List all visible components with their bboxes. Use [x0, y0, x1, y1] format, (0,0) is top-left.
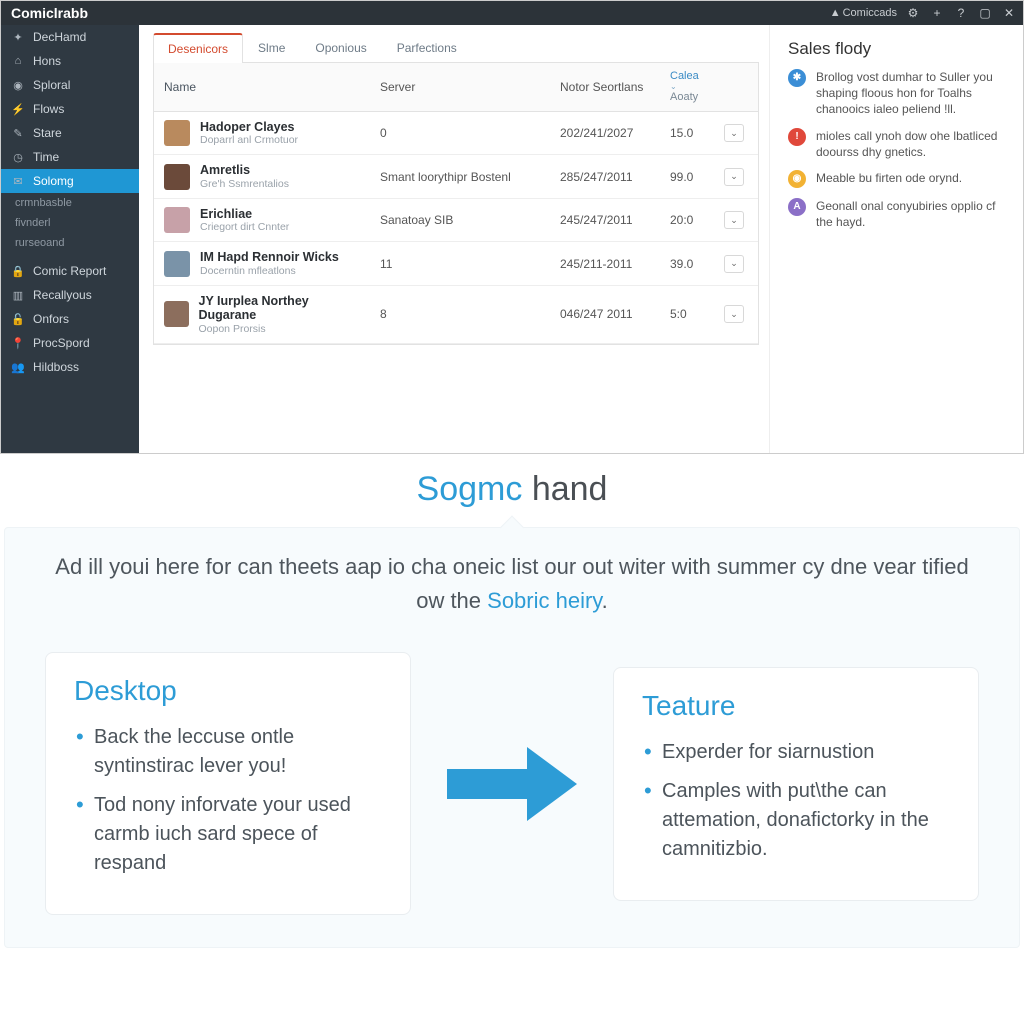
help-icon[interactable]: ? — [953, 5, 969, 21]
avatar — [164, 207, 190, 233]
lead-link[interactable]: Sobric heiry — [487, 588, 602, 613]
home-icon: ⌂ — [11, 55, 25, 67]
arrow-icon — [437, 739, 587, 829]
tab-parfections[interactable]: Parfections — [382, 33, 472, 62]
sidebar-item-procspord[interactable]: 📍ProcSpord — [1, 331, 139, 355]
titlebar: Comiclrabb ▲ Comiccads ⚙ + ? ▢ ✕ — [1, 1, 1023, 25]
side-panel: Sales flody ✱ Brollog vost dumhar to Sul… — [769, 25, 1023, 453]
marketing-title: Sogmc hand — [0, 470, 1024, 509]
avatar — [164, 120, 190, 146]
sidebar-sub-crmnbasble[interactable]: crmnbasble — [1, 193, 139, 213]
table-row[interactable]: AmretlisGre'h Ssmrentalios Smant looryth… — [154, 155, 758, 198]
status-icon: ◉ — [788, 170, 806, 188]
bars-icon: ▥ — [11, 289, 25, 302]
settings-icon[interactable]: ⚙ — [905, 5, 921, 21]
sidebar-item-hildboss[interactable]: 👥Hildboss — [1, 355, 139, 379]
pencil-icon: ✎ — [11, 127, 25, 140]
card-desktop-title: Desktop — [74, 675, 382, 707]
marketing-hero: Ad ill youi here for can theets aap io c… — [4, 527, 1020, 948]
marketing-lead: Ad ill youi here for can theets aap io c… — [45, 550, 979, 618]
circle-icon: ◉ — [11, 79, 25, 92]
row-menu-button[interactable]: ⌄ — [724, 255, 744, 273]
window-icon[interactable]: ▢ — [977, 5, 993, 21]
sidepanel-item: ! mioles call ynoh dow ohe lbatliced doo… — [788, 128, 1007, 160]
col-caloa[interactable]: Calea⌄ Aoaty — [660, 63, 714, 111]
card-feature: Teature Experder for siarnustion Camples … — [613, 667, 979, 901]
close-icon[interactable]: ✕ — [1001, 5, 1017, 21]
col-notor[interactable]: Notor Seortlans — [550, 72, 660, 102]
col-name[interactable]: Name — [154, 72, 370, 102]
bullet: Back the leccuse ontle syntinstirac leve… — [74, 723, 382, 781]
sidebar-item-flows[interactable]: ⚡Flows — [1, 97, 139, 121]
row-menu-button[interactable]: ⌄ — [724, 124, 744, 142]
bullet: Tod nony inforvate your used carmb iuch … — [74, 791, 382, 878]
account-label[interactable]: ▲ Comiccads — [830, 7, 897, 19]
row-menu-button[interactable]: ⌄ — [724, 211, 744, 229]
sidebar-item-recallyous[interactable]: ▥Recallyous — [1, 283, 139, 307]
sidebar: ✦DecHamd⌂Hons◉Sploral⚡Flows✎Stare◷Time✉S… — [1, 25, 139, 453]
avatar — [164, 301, 189, 327]
marketing-section: Sogmc hand Ad ill youi here for can thee… — [0, 454, 1024, 978]
plus-icon[interactable]: + — [929, 5, 945, 21]
tab-slme[interactable]: Slme — [243, 33, 300, 62]
sidebar-item-time[interactable]: ◷Time — [1, 145, 139, 169]
bolt-icon: ⚡ — [11, 103, 25, 116]
sidebar-item-dechamd[interactable]: ✦DecHamd — [1, 25, 139, 49]
app-window: Comiclrabb ▲ Comiccads ⚙ + ? ▢ ✕ ✦DecHam… — [0, 0, 1024, 454]
sidebar-sub-rurseoand[interactable]: rurseoand — [1, 233, 139, 253]
row-menu-button[interactable]: ⌄ — [724, 305, 744, 323]
sidebar-item-onfors[interactable]: 🔓Onfors — [1, 307, 139, 331]
tab-oponious[interactable]: Oponious — [300, 33, 381, 62]
status-icon: ! — [788, 128, 806, 146]
status-icon: A — [788, 198, 806, 216]
bullet: Experder for siarnustion — [642, 738, 950, 767]
sidebar-item-comic report[interactable]: 🔒Comic Report — [1, 259, 139, 283]
bullet: Camples with put\the can attemation, don… — [642, 777, 950, 864]
tabs: DesenicorsSlmeOponiousParfections — [153, 33, 759, 63]
table-row[interactable]: Hadoper ClayesDoparrl anl Crmotuor 0 202… — [154, 112, 758, 155]
card-feature-title: Teature — [642, 690, 950, 722]
table-row[interactable]: IM Hapd Rennoir WicksDocerntin mfleatlon… — [154, 242, 758, 285]
tab-desenicors[interactable]: Desenicors — [153, 33, 243, 63]
lock-icon: 🔒 — [11, 265, 25, 278]
main-pane: DesenicorsSlmeOponiousParfections Name S… — [139, 25, 769, 453]
row-menu-button[interactable]: ⌄ — [724, 168, 744, 186]
dash-icon: ✦ — [11, 31, 25, 44]
sidepanel-item: ✱ Brollog vost dumhar to Suller you shap… — [788, 69, 1007, 118]
clock-icon: ◷ — [11, 151, 25, 164]
titlebar-controls: ▲ Comiccads ⚙ + ? ▢ ✕ — [830, 5, 1017, 21]
pin-icon: 📍 — [11, 337, 25, 350]
status-icon: ✱ — [788, 69, 806, 87]
users-icon: 👥 — [11, 361, 25, 374]
data-grid: Name Server Notor Seortlans Calea⌄ Aoaty… — [153, 63, 759, 345]
unlock-icon: 🔓 — [11, 313, 25, 326]
sidepanel-title: Sales flody — [788, 39, 1007, 59]
table-row[interactable]: ErichliaeCriegort dirt Cnnter Sanatoay S… — [154, 199, 758, 242]
avatar — [164, 251, 190, 277]
sidepanel-item: A Geonall onal conyubiries opplio cf the… — [788, 198, 1007, 230]
sidebar-item-sploral[interactable]: ◉Sploral — [1, 73, 139, 97]
col-server[interactable]: Server — [370, 72, 550, 102]
sidepanel-item: ◉ Meable bu firten ode orynd. — [788, 170, 1007, 188]
sidebar-item-solomg[interactable]: ✉Solomg — [1, 169, 139, 193]
app-brand: Comiclrabb — [7, 3, 92, 23]
sidebar-sub-fivnderl[interactable]: fivnderl — [1, 213, 139, 233]
sidebar-item-stare[interactable]: ✎Stare — [1, 121, 139, 145]
sidebar-item-hons[interactable]: ⌂Hons — [1, 49, 139, 73]
mail-icon: ✉ — [11, 175, 25, 188]
card-desktop: Desktop Back the leccuse ontle syntinsti… — [45, 652, 411, 915]
grid-header: Name Server Notor Seortlans Calea⌄ Aoaty — [154, 63, 758, 112]
avatar — [164, 164, 190, 190]
table-row[interactable]: JY Iurplea Northey DugaraneOopon Prorsis… — [154, 286, 758, 344]
